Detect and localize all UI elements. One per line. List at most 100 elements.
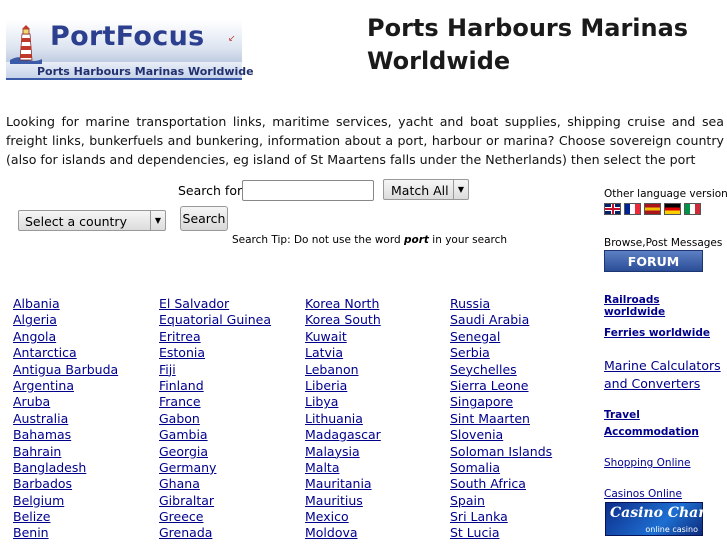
country-link[interactable]: Bahrain [13,444,118,460]
country-link[interactable]: Mexico [305,509,381,525]
country-link[interactable]: Saudi Arabia [450,312,552,328]
country-link[interactable]: Bangladesh [13,460,118,476]
country-link[interactable]: Madagascar [305,427,381,443]
country-link[interactable]: Seychelles [450,362,552,378]
country-link[interactable]: Albania [13,296,118,312]
country-link[interactable]: Belgium [13,493,118,509]
country-link[interactable]: Russia [450,296,552,312]
germany-flag-icon[interactable] [664,203,681,215]
forum-button[interactable]: FORUM [604,250,703,272]
lighthouse-icon [10,25,42,64]
country-link[interactable]: Malaysia [305,444,381,460]
country-link[interactable]: Mauritania [305,476,381,492]
chevron-down-icon: ▼ [150,211,165,230]
ferries-link[interactable]: Ferries worldwide [604,327,710,339]
country-link[interactable]: Gabon [159,411,271,427]
shopping-online-link[interactable]: Shopping Online [604,457,691,469]
country-select[interactable]: Select a country ▼ [18,210,166,231]
country-link[interactable]: Latvia [305,345,381,361]
browse-messages-label: Browse,Post Messages [604,237,723,249]
country-column-2: El Salvador Equatorial Guinea Eritrea Eston… [159,296,271,542]
match-mode-select[interactable]: Match All ▼ [383,179,469,200]
country-link[interactable]: Lebanon [305,362,381,378]
country-link[interactable]: Antigua Barbuda [13,362,118,378]
country-link[interactable]: Benin [13,525,118,541]
country-link[interactable]: Korea South [305,312,381,328]
casino-banner[interactable]: Casino Chance online casino [605,502,726,536]
country-link[interactable]: Finland [159,378,271,394]
country-link[interactable]: Liberia [305,378,381,394]
country-link[interactable]: France [159,394,271,410]
spain-flag-icon[interactable] [644,203,661,215]
country-link[interactable]: Kuwait [305,329,381,345]
country-column-4: Russia Saudi Arabia Senegal Serbia Seychelle… [450,296,552,542]
uk-flag-icon[interactable] [604,203,621,215]
country-link[interactable]: South Africa [450,476,552,492]
country-link[interactable]: Gibraltar [159,493,271,509]
country-link[interactable]: St Lucia [450,525,552,541]
marine-calculators-link[interactable]: Marine Calculators and Converters [604,358,721,395]
country-link[interactable]: Malta [305,460,381,476]
country-link[interactable]: Australia [13,411,118,427]
sparkle-icon: ↙ [228,34,236,44]
search-input[interactable] [242,180,374,201]
site-logo[interactable]: PortFocus ↙ Ports Harbours Marinas World… [6,20,254,80]
country-link[interactable]: Slovenia [450,427,552,443]
country-link[interactable]: Barbados [13,476,118,492]
country-link[interactable]: Sri Lanka [450,509,552,525]
italy-flag-icon[interactable] [684,203,701,215]
country-select-value: Select a country [25,214,127,229]
country-column-3: Korea North Korea South Kuwait Latvia Lebano… [305,296,381,542]
language-versions-label: Other language versions [604,188,727,200]
search-button[interactable]: Search [180,206,228,231]
search-tip-suffix: in your search [432,234,508,246]
casino-banner-title: Casino Chance [610,505,726,521]
country-link[interactable]: Libya [305,394,381,410]
country-link[interactable]: Moldova [305,525,381,541]
country-link[interactable]: Fiji [159,362,271,378]
country-link[interactable]: Greece [159,509,271,525]
country-column-1: Albania Algeria Angola Antarctica Antigua Ba… [13,296,118,542]
railroads-link[interactable]: Railroads worldwide [604,294,724,318]
country-link[interactable]: Sint Maarten [450,411,552,427]
country-link[interactable]: Senegal [450,329,552,345]
country-link[interactable]: Spain [450,493,552,509]
casinos-online-link[interactable]: Casinos Online [604,488,682,500]
country-link[interactable]: Belize [13,509,118,525]
match-mode-value: Match All [391,183,449,198]
country-link[interactable]: Antarctica [13,345,118,361]
country-link[interactable]: Aruba [13,394,118,410]
country-link[interactable]: Singapore [450,394,552,410]
country-link[interactable]: Ghana [159,476,271,492]
country-link[interactable]: Mauritius [305,493,381,509]
casino-banner-subtitle: online casino [645,525,698,534]
search-tip-word: port [404,234,429,246]
logo-title: PortFocus [50,21,205,52]
travel-accommodation-link[interactable]: Travel Accommodation [604,407,699,440]
search-tip: Search Tip: Do not use the word port in … [232,234,507,246]
chevron-down-icon: ▼ [453,180,468,199]
country-link[interactable]: Georgia [159,444,271,460]
country-link[interactable]: Sierra Leone [450,378,552,394]
country-link[interactable]: Algeria [13,312,118,328]
country-link[interactable]: Argentina [13,378,118,394]
country-link[interactable]: Gambia [159,427,271,443]
france-flag-icon[interactable] [624,203,641,215]
country-link[interactable]: Somalia [450,460,552,476]
country-link[interactable]: Estonia [159,345,271,361]
marine-calculators-line1: Marine Calculators [604,358,721,373]
country-link[interactable]: Korea North [305,296,381,312]
country-link[interactable]: Serbia [450,345,552,361]
search-label: Search for: [178,183,247,198]
travel-line1: Travel [604,409,640,421]
country-link[interactable]: Bahamas [13,427,118,443]
country-link[interactable]: Angola [13,329,118,345]
country-link[interactable]: Eritrea [159,329,271,345]
country-link[interactable]: Equatorial Guinea [159,312,271,328]
country-link[interactable]: Grenada [159,525,271,541]
country-link[interactable]: Lithuania [305,411,381,427]
country-link[interactable]: El Salvador [159,296,271,312]
country-link[interactable]: Soloman Islands [450,444,552,460]
language-flags [604,203,704,215]
country-link[interactable]: Germany [159,460,271,476]
